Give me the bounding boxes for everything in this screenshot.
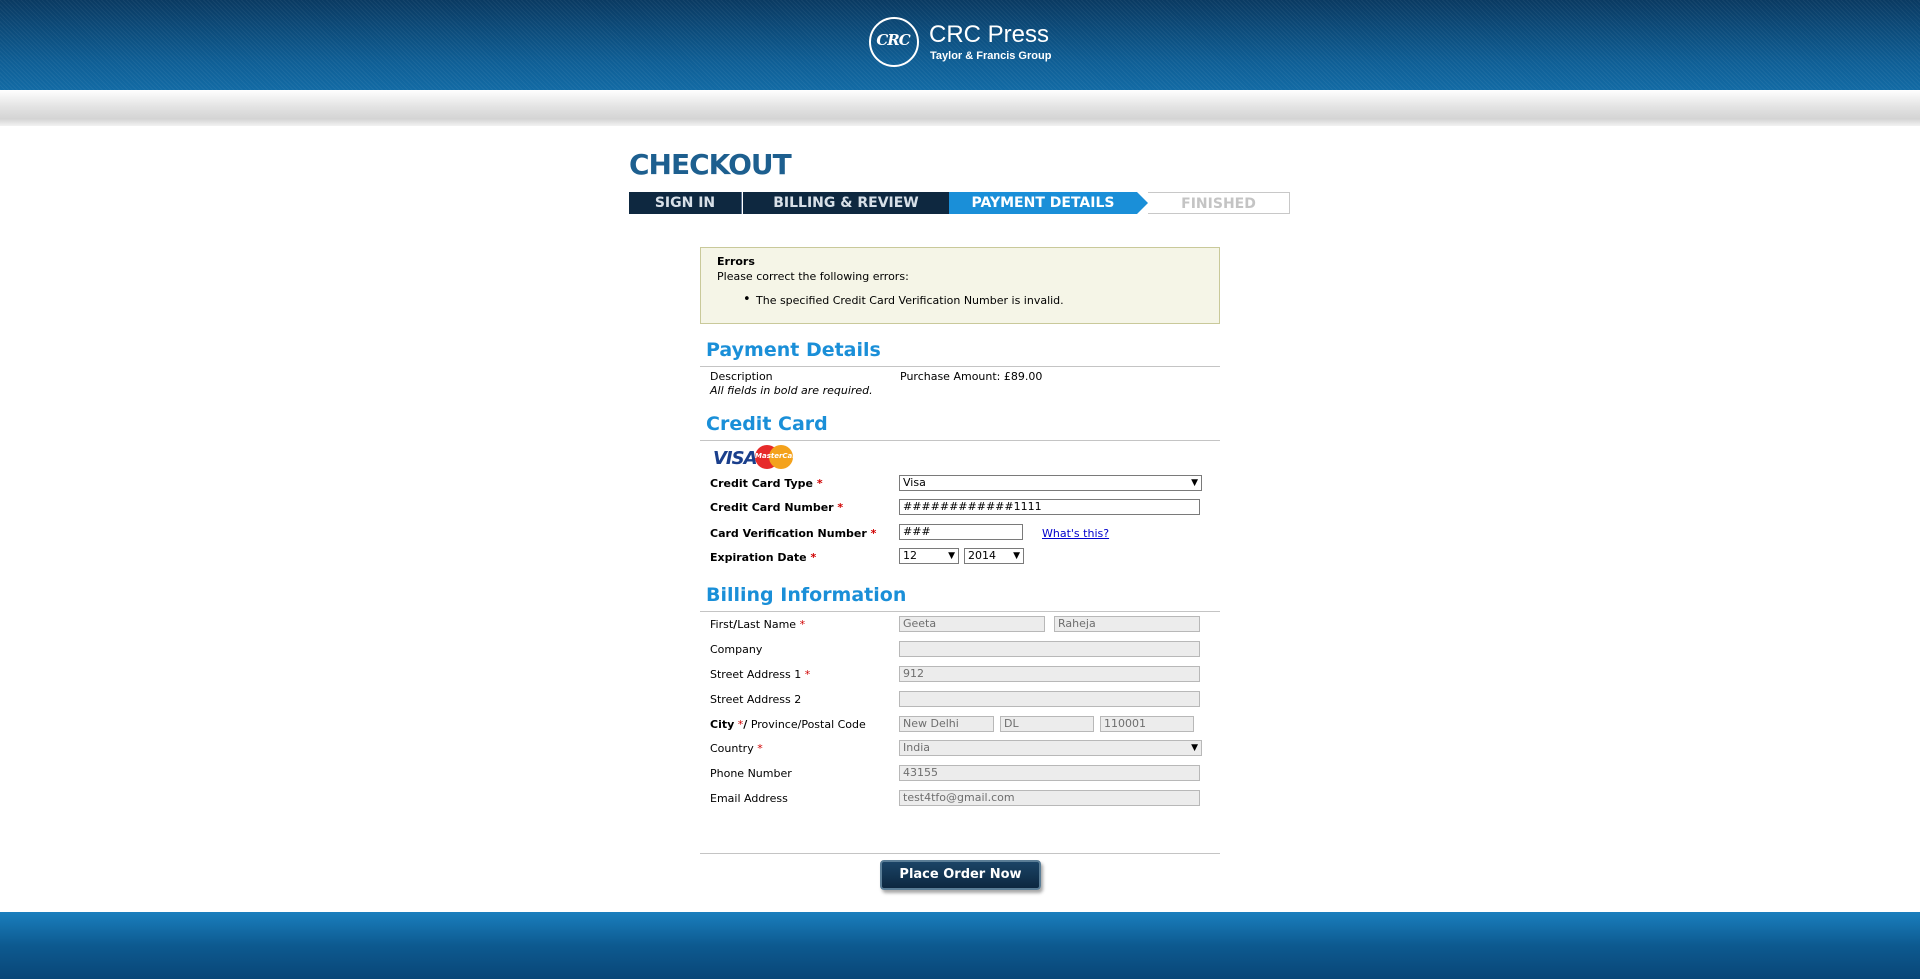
- city-input[interactable]: New Delhi: [899, 716, 994, 732]
- expiry-month-value: 12: [903, 549, 917, 562]
- country-label-text: Country: [710, 742, 754, 755]
- card-type-label-text: Credit Card Type: [710, 477, 814, 490]
- last-name-input[interactable]: Raheja: [1054, 616, 1200, 632]
- street1-input[interactable]: 912: [899, 666, 1200, 682]
- required-note: All fields in bold are required.: [710, 384, 873, 397]
- place-order-button[interactable]: Place Order Now: [880, 860, 1041, 890]
- city-label: City: [710, 718, 735, 731]
- last-name-label: Last Name: [737, 618, 797, 631]
- step-sign-in: SIGN IN: [629, 192, 742, 214]
- payment-details-heading: Payment Details: [706, 339, 881, 361]
- card-type-label: Credit Card Type *: [710, 477, 823, 490]
- description-label: Description: [710, 370, 773, 383]
- company-label: Company: [710, 643, 763, 656]
- phone-input[interactable]: 43155: [899, 765, 1200, 781]
- crc-press-logo[interactable]: CRC CRC Press Taylor & Francis Group: [869, 17, 1051, 73]
- site-header: CRC CRC Press Taylor & Francis Group: [0, 0, 1920, 90]
- city-region-label: City */ Province/Postal Code: [710, 718, 866, 731]
- checkout-steps: SIGN IN BILLING & REVIEW PAYMENT DETAILS…: [629, 192, 1290, 214]
- section-divider: [700, 611, 1220, 612]
- site-footer: [0, 912, 1920, 979]
- country-value: India: [903, 741, 930, 754]
- logo-subtitle: Taylor & Francis Group: [930, 50, 1052, 62]
- section-divider: [700, 440, 1220, 441]
- whats-this-link[interactable]: What's this?: [1042, 527, 1109, 540]
- step-finished: FINISHED: [1148, 192, 1290, 214]
- phone-label: Phone Number: [710, 767, 792, 780]
- visa-logo: VISA: [713, 448, 758, 469]
- required-marker: *: [870, 527, 877, 540]
- step-arrow: [1137, 192, 1148, 214]
- card-number-label: Credit Card Number *: [710, 501, 843, 514]
- required-marker: *: [816, 477, 823, 490]
- mastercard-logo-text: MasterCard: [755, 452, 801, 460]
- error-bullet-icon: •: [743, 292, 751, 307]
- cvn-label-text: Card Verification Number: [710, 527, 867, 540]
- required-marker: *: [757, 742, 763, 755]
- card-number-input[interactable]: ############1111: [899, 499, 1200, 515]
- required-marker: *: [810, 551, 817, 564]
- expiry-label-text: Expiration Date: [710, 551, 807, 564]
- country-select[interactable]: India ▼: [899, 740, 1202, 756]
- card-type-select[interactable]: Visa ▼: [899, 475, 1202, 491]
- error-item: The specified Credit Card Verification N…: [756, 294, 1064, 307]
- credit-card-heading: Credit Card: [706, 413, 828, 435]
- card-type-value: Visa: [903, 476, 926, 489]
- error-title: Errors: [717, 255, 755, 268]
- billing-information-heading: Billing Information: [706, 584, 907, 606]
- step-payment-details: PAYMENT DETAILS: [949, 192, 1137, 214]
- page-title: CHECKOUT: [629, 148, 792, 181]
- cvn-label: Card Verification Number *: [710, 527, 876, 540]
- street2-label: Street Address 2: [710, 693, 802, 706]
- required-marker: *: [837, 501, 844, 514]
- form-bottom-divider: [700, 853, 1220, 854]
- email-label: Email Address: [710, 792, 788, 805]
- required-marker: *: [799, 618, 806, 631]
- error-box: Errors Please correct the following erro…: [700, 247, 1220, 324]
- name-label: First/Last Name *: [710, 618, 805, 631]
- first-name-input[interactable]: Geeta: [899, 616, 1045, 632]
- dropdown-arrow-icon: ▼: [948, 551, 955, 561]
- street2-input[interactable]: [899, 691, 1200, 707]
- error-message: Please correct the following errors:: [717, 270, 909, 283]
- expiry-year-select[interactable]: 2014 ▼: [964, 548, 1024, 564]
- dropdown-arrow-icon: ▼: [1191, 743, 1198, 753]
- region-label: Province/Postal Code: [750, 718, 866, 731]
- expiry-month-select[interactable]: 12 ▼: [899, 548, 959, 564]
- street1-label: Street Address 1 *: [710, 668, 810, 681]
- expiry-label: Expiration Date *: [710, 551, 816, 564]
- postal-code-input[interactable]: 110001: [1100, 716, 1194, 732]
- email-input[interactable]: test4tfo@gmail.com: [899, 790, 1200, 806]
- logo-name: CRC Press: [929, 21, 1050, 48]
- dropdown-arrow-icon: ▼: [1013, 551, 1020, 561]
- purchase-amount: Purchase Amount: £89.00: [900, 370, 1043, 383]
- company-input[interactable]: [899, 641, 1200, 657]
- card-logos: VISA MasterCard: [711, 444, 801, 470]
- step-billing-review: BILLING & REVIEW: [743, 192, 949, 214]
- header-divider-bar: [0, 90, 1920, 126]
- section-divider: [700, 366, 1220, 367]
- province-input[interactable]: DL: [1000, 716, 1094, 732]
- required-marker: *: [804, 668, 811, 681]
- country-label: Country *: [710, 742, 763, 755]
- cvn-input[interactable]: ###: [899, 524, 1023, 540]
- dropdown-arrow-icon: ▼: [1191, 478, 1198, 488]
- street1-label-text: Street Address 1: [710, 668, 802, 681]
- card-number-label-text: Credit Card Number: [710, 501, 834, 514]
- first-label: First: [710, 618, 734, 631]
- slash: /: [743, 718, 748, 731]
- expiry-year-value: 2014: [968, 549, 996, 562]
- crc-logo-mark: CRC: [876, 31, 910, 49]
